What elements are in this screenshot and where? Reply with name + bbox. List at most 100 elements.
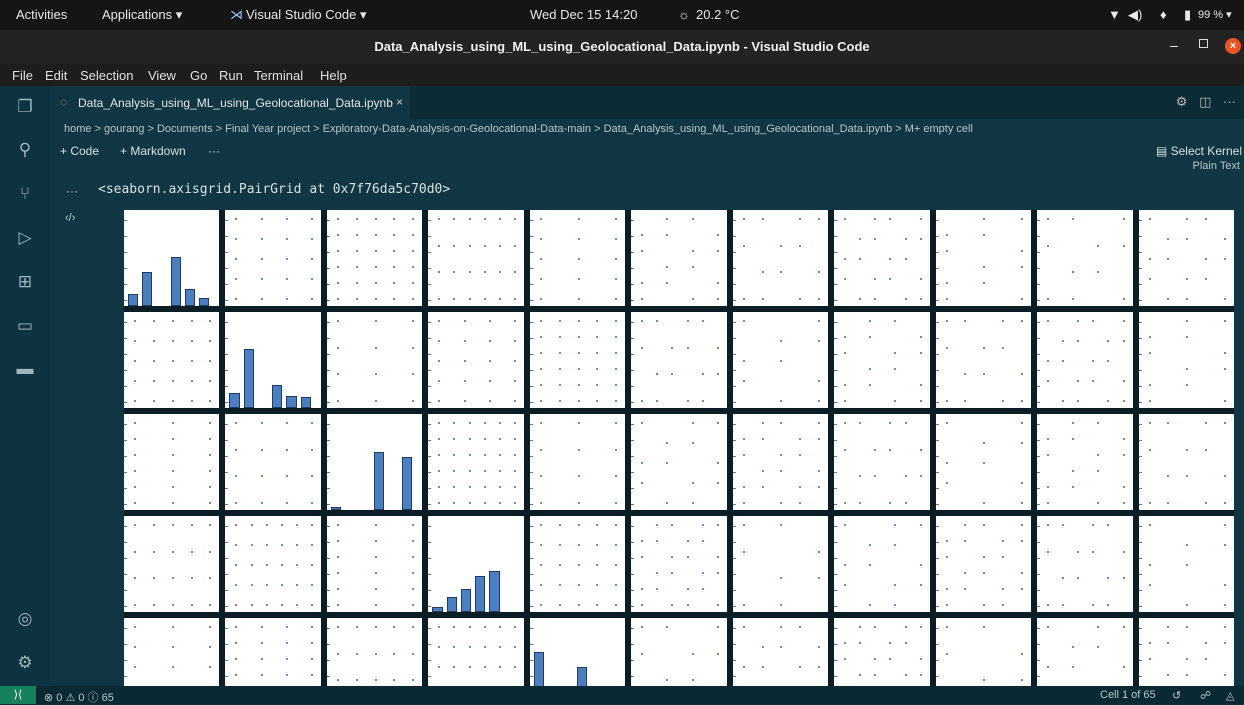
minimize-button[interactable]: –	[1170, 37, 1178, 53]
extensions-icon[interactable]: ⊞	[14, 271, 36, 293]
axis-tick	[124, 338, 127, 339]
pairplot-cell	[1037, 210, 1133, 306]
scatter-point	[983, 442, 986, 444]
scatter-point	[1072, 298, 1075, 300]
scatter-point	[310, 502, 313, 504]
output-renderer-label[interactable]: Plain Text	[1193, 160, 1241, 172]
clock[interactable]: Wed Dec 15 14:20	[530, 7, 637, 22]
search-icon[interactable]: ⚲	[14, 139, 36, 161]
add-markdown-cell-button[interactable]: + Markdown	[120, 144, 186, 158]
applications-menu[interactable]: Applications ▾	[102, 7, 182, 23]
scatter-point	[1047, 454, 1050, 456]
axis-tick	[1037, 558, 1041, 559]
scatter-point	[336, 652, 339, 655]
scatter-point	[438, 626, 441, 628]
scatter-point	[498, 422, 501, 424]
maximize-button[interactable]	[1199, 39, 1208, 48]
tab-notebook[interactable]: ◌ Data_Analysis_using_ML_using_Geolocati…	[50, 86, 410, 119]
scatter-point	[615, 238, 618, 240]
scatter-point	[904, 258, 907, 260]
menu-view[interactable]: View	[148, 68, 176, 83]
scatter-point	[171, 550, 174, 553]
scatter-point	[577, 278, 580, 280]
scatter-point	[1205, 218, 1208, 220]
menu-go[interactable]: Go	[190, 68, 207, 83]
menu-help[interactable]: Help	[320, 68, 347, 83]
explorer-icon[interactable]: ❐	[14, 96, 36, 118]
axis-tick	[834, 542, 838, 543]
scatter-point	[691, 250, 694, 252]
menu-selection[interactable]: Selection	[80, 68, 133, 83]
axis-tick	[326, 300, 330, 301]
scatter-point	[686, 604, 689, 606]
scatter-point	[1148, 564, 1151, 566]
scatter-point	[983, 234, 986, 236]
battery-level[interactable]: 99 % ▾	[1198, 8, 1232, 21]
scatter-point	[393, 218, 396, 220]
scatter-point	[1092, 524, 1095, 526]
scatter-point	[1062, 340, 1065, 342]
scatter-point	[964, 524, 967, 526]
scatter-point	[983, 556, 986, 558]
menu-file[interactable]: File	[12, 68, 33, 83]
output-more-icon[interactable]: ···	[66, 184, 78, 198]
account-icon[interactable]: ◎	[14, 608, 36, 630]
problems-indicator[interactable]: ⊗ 0 ⚠ 0 ⓘ 65	[44, 689, 114, 705]
output-code-icon[interactable]: ‹/›	[65, 212, 75, 224]
run-debug-icon[interactable]: ▷	[14, 227, 36, 249]
breadcrumb[interactable]: home > gourang > Documents > Final Year …	[64, 123, 973, 135]
remote-indicator-icon[interactable]: ⟩⟨	[0, 686, 36, 704]
menu-edit[interactable]: Edit	[45, 68, 67, 83]
scatter-point	[1047, 550, 1050, 553]
source-control-icon[interactable]: ⑂	[14, 183, 36, 205]
scatter-point	[844, 352, 847, 354]
scatter-point	[1062, 360, 1065, 362]
scatter-point	[818, 646, 821, 648]
pairplot-cell	[1037, 312, 1133, 408]
menu-run[interactable]: Run	[219, 68, 243, 83]
pairplot-cell	[935, 414, 1032, 510]
scatter-point	[488, 320, 491, 322]
battery-icon[interactable]: ▮	[1184, 7, 1191, 23]
add-code-cell-button[interactable]: + Code	[60, 144, 99, 158]
menu-terminal[interactable]: Terminal	[254, 68, 303, 83]
kernel-icon: ▤	[1155, 144, 1171, 158]
app-menu[interactable]: Visual Studio Code ▾	[246, 7, 366, 23]
activities-button[interactable]: Activities	[16, 7, 67, 22]
more-actions-icon[interactable]: ···	[1223, 94, 1236, 109]
scatter-point	[780, 340, 783, 342]
scatter-point	[265, 584, 268, 586]
gear-icon[interactable]: ⚙	[1176, 94, 1188, 109]
scatter-point	[844, 384, 847, 386]
wifi-icon[interactable]: ▼	[1108, 7, 1121, 22]
axis-tick	[428, 322, 432, 323]
scatter-point	[171, 486, 174, 488]
microphone-icon[interactable]: ♦	[1160, 7, 1167, 22]
remote-explorer-icon[interactable]: ▭	[14, 315, 36, 337]
feedback-icon[interactable]: ☍	[1200, 689, 1211, 702]
axis-tick	[225, 220, 229, 221]
axis-tick	[529, 644, 533, 645]
history-icon[interactable]: ↺	[1172, 689, 1181, 702]
tab-close-icon[interactable]: ×	[396, 95, 403, 109]
notifications-icon[interactable]: ◬	[1226, 689, 1234, 702]
scatter-point	[310, 658, 313, 660]
scatter-point	[666, 502, 669, 504]
volume-icon[interactable]: ◀)	[1128, 7, 1142, 23]
scatter-point	[844, 422, 847, 424]
select-kernel-button[interactable]: ▤ Select Kernel	[1156, 144, 1242, 158]
split-editor-icon[interactable]: ◫	[1199, 94, 1211, 109]
scatter-point	[691, 218, 694, 220]
axis-tick	[428, 644, 432, 645]
cell-position[interactable]: Cell 1 of 65	[1100, 689, 1156, 701]
axis-tick	[732, 488, 736, 489]
scatter-point	[1186, 658, 1189, 660]
scatter-point	[412, 604, 415, 606]
axis-tick	[1138, 472, 1142, 473]
docker-icon[interactable]: ▬	[14, 358, 36, 380]
settings-gear-icon[interactable]: ⚙	[14, 652, 36, 674]
scatter-point	[468, 244, 471, 247]
scatter-point	[558, 320, 561, 322]
more-toolbar-actions[interactable]: ···	[208, 144, 220, 158]
close-button[interactable]: ×	[1225, 38, 1241, 54]
